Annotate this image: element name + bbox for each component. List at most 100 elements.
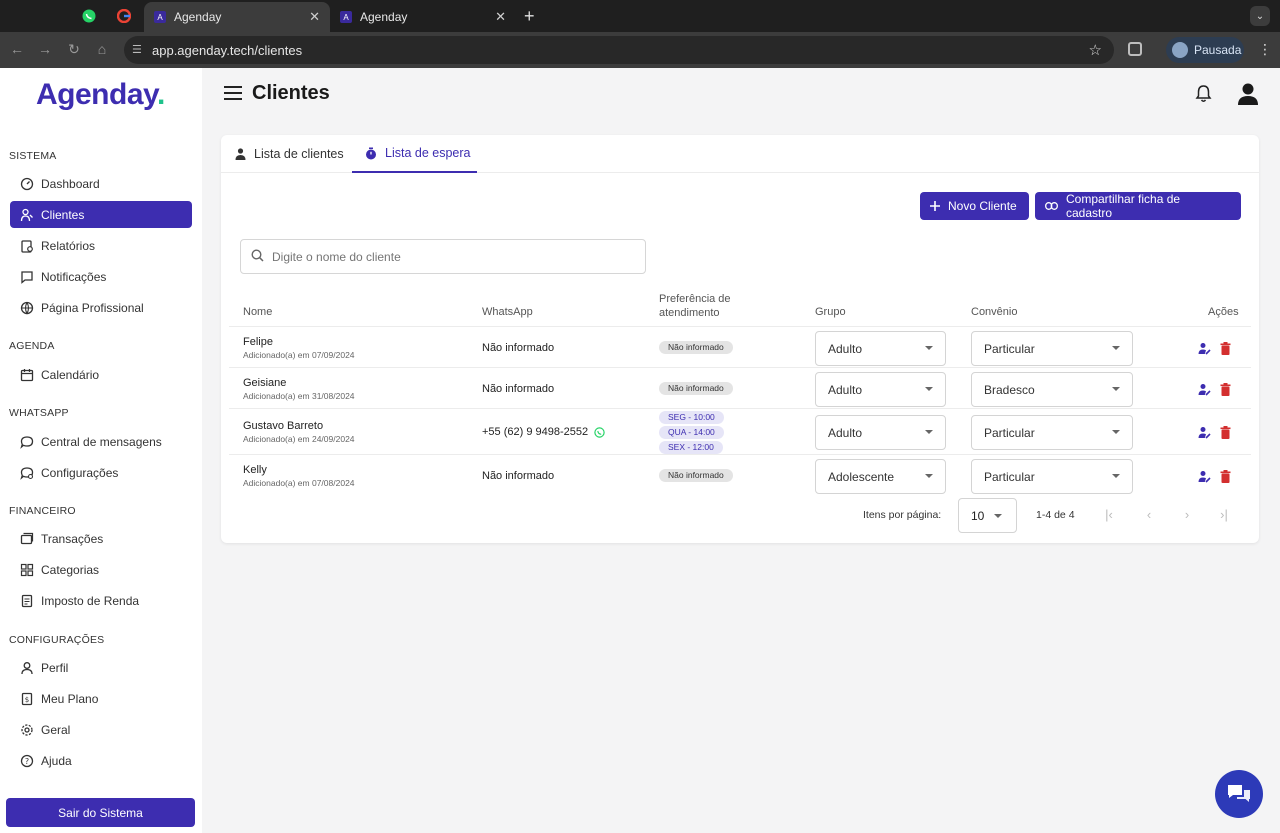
support-chat-button[interactable] bbox=[1215, 770, 1263, 818]
sidebar-item-imposto-de-renda[interactable]: Imposto de Renda bbox=[10, 587, 192, 614]
group-select[interactable]: Adolescente bbox=[815, 459, 946, 494]
sidebar-item-perfil[interactable]: Perfil bbox=[10, 654, 192, 681]
section-title-financeiro: FINANCEIRO bbox=[9, 505, 76, 517]
sidebar-item-dashboard[interactable]: Dashboard bbox=[10, 170, 192, 197]
bell-icon[interactable] bbox=[1195, 84, 1212, 106]
browser-menu-icon[interactable]: ⋮ bbox=[1258, 41, 1272, 58]
bookmark-star-icon[interactable]: ☆ bbox=[1089, 41, 1102, 59]
browser-tab-2[interactable]: A Agenday ✕ bbox=[330, 2, 516, 32]
client-whatsapp: Não informado bbox=[482, 342, 555, 354]
forward-icon[interactable]: → bbox=[36, 41, 54, 57]
insurance-select[interactable]: Bradesco bbox=[971, 372, 1133, 407]
back-icon[interactable]: ← bbox=[8, 41, 26, 57]
home-icon[interactable]: ⌂ bbox=[93, 41, 111, 57]
sidebar-item-central-de-mensagens[interactable]: Central de mensagens bbox=[10, 428, 192, 455]
close-tab-icon[interactable]: ✕ bbox=[309, 9, 320, 25]
tax-icon bbox=[20, 594, 34, 608]
sidebar-item-ajuda[interactable]: ? Ajuda bbox=[10, 747, 192, 774]
url-text: app.agenday.tech/clientes bbox=[152, 42, 303, 58]
last-page-icon[interactable]: ›| bbox=[1216, 507, 1232, 522]
logout-button[interactable]: Sair do Sistema bbox=[6, 798, 195, 827]
chevron-down-icon bbox=[1112, 387, 1120, 391]
insurance-select[interactable]: Particular bbox=[971, 415, 1133, 450]
agenday-logo[interactable]: Agenday. bbox=[36, 78, 165, 112]
sidebar-item-categorias[interactable]: Categorias bbox=[10, 556, 192, 583]
delete-icon[interactable] bbox=[1220, 383, 1231, 396]
edit-client-icon[interactable] bbox=[1198, 383, 1211, 396]
tab-search-button[interactable]: ⌄ bbox=[1250, 6, 1270, 26]
browser-tab-1[interactable]: A Agenday ✕ bbox=[144, 2, 330, 32]
calendar-icon bbox=[20, 368, 34, 382]
whatsapp-icon[interactable] bbox=[594, 427, 605, 438]
edit-client-icon[interactable] bbox=[1198, 342, 1211, 355]
address-bar[interactable]: ☰ app.agenday.tech/clientes ☆ bbox=[124, 36, 1114, 64]
delete-icon[interactable] bbox=[1220, 342, 1231, 355]
client-name[interactable]: Gustavo Barreto bbox=[243, 420, 323, 432]
first-page-icon[interactable]: |‹ bbox=[1101, 507, 1117, 522]
insurance-select-value: Particular bbox=[984, 341, 1035, 356]
agenday-favicon: A bbox=[154, 11, 166, 23]
next-page-icon[interactable]: › bbox=[1179, 507, 1195, 522]
chevron-down-icon bbox=[925, 474, 933, 478]
timer-icon bbox=[365, 147, 377, 160]
user-account-icon[interactable] bbox=[1237, 82, 1259, 109]
insurance-select[interactable]: Particular bbox=[971, 331, 1133, 366]
new-client-button[interactable]: Novo Cliente bbox=[920, 192, 1029, 220]
group-select-value: Adulto bbox=[828, 425, 863, 440]
whatsapp-icon bbox=[82, 9, 96, 23]
client-name[interactable]: Kelly bbox=[243, 464, 267, 476]
items-per-page-select[interactable]: 10 bbox=[958, 498, 1017, 533]
row-divider bbox=[229, 367, 1251, 368]
client-name[interactable]: Felipe bbox=[243, 336, 273, 348]
group-select[interactable]: Adulto bbox=[815, 372, 946, 407]
sidebar-item-calendario[interactable]: Calendário bbox=[10, 361, 192, 388]
delete-icon[interactable] bbox=[1220, 426, 1231, 439]
share-form-button[interactable]: Compartilhar ficha de cadastro bbox=[1035, 192, 1241, 220]
group-select[interactable]: Adulto bbox=[815, 331, 946, 366]
plan-icon: $ bbox=[20, 692, 34, 706]
profile-chip[interactable]: Pausada bbox=[1166, 37, 1244, 63]
reload-icon[interactable]: ↻ bbox=[65, 41, 83, 58]
previous-page-icon[interactable]: ‹ bbox=[1141, 507, 1157, 522]
row-divider bbox=[229, 454, 1251, 455]
row-divider bbox=[229, 326, 1251, 327]
extensions-icon[interactable] bbox=[1128, 42, 1142, 56]
items-per-page-value: 10 bbox=[971, 508, 985, 523]
close-tab-icon[interactable]: ✕ bbox=[495, 9, 506, 25]
sidebar-item-clientes[interactable]: Clientes bbox=[10, 201, 192, 228]
menu-toggle-icon[interactable] bbox=[224, 86, 242, 102]
sidebar-item-configuracoes-whatsapp[interactable]: Configurações bbox=[10, 459, 192, 486]
tab-lista-de-clientes[interactable]: Lista de clientes bbox=[235, 135, 355, 173]
client-whatsapp: Não informado bbox=[482, 383, 555, 395]
notifications-icon bbox=[20, 270, 34, 284]
site-info-icon[interactable]: ☰ bbox=[132, 43, 142, 56]
gear-icon bbox=[20, 723, 34, 737]
google-pinned-tab[interactable] bbox=[113, 6, 135, 26]
group-select[interactable]: Adulto bbox=[815, 415, 946, 450]
edit-client-icon[interactable] bbox=[1198, 470, 1211, 483]
column-header-name: Nome bbox=[243, 306, 273, 318]
delete-icon[interactable] bbox=[1220, 470, 1231, 483]
client-name[interactable]: Geisiane bbox=[243, 377, 286, 389]
chevron-down-icon bbox=[925, 430, 933, 434]
agenday-favicon: A bbox=[340, 11, 352, 23]
edit-client-icon[interactable] bbox=[1198, 426, 1211, 439]
insurance-select[interactable]: Particular bbox=[971, 459, 1133, 494]
sidebar-item-transacoes[interactable]: Transações bbox=[10, 525, 192, 552]
search-input[interactable] bbox=[272, 249, 632, 264]
sidebar-item-notificacoes[interactable]: Notificações bbox=[10, 263, 192, 290]
clients-icon bbox=[20, 208, 34, 222]
person-icon bbox=[235, 148, 246, 160]
search-field[interactable] bbox=[240, 239, 646, 274]
sidebar-item-meu-plano[interactable]: $ Meu Plano bbox=[10, 685, 192, 712]
dashboard-icon bbox=[20, 177, 34, 191]
sidebar-item-label: Meu Plano bbox=[41, 691, 99, 706]
insurance-select-value: Bradesco bbox=[984, 382, 1035, 397]
tab-lista-de-espera[interactable]: Lista de espera bbox=[352, 135, 477, 173]
sidebar-item-relatorios[interactable]: Relatórios bbox=[10, 232, 192, 259]
whatsapp-pinned-tab[interactable] bbox=[78, 6, 100, 26]
sidebar-item-geral[interactable]: Geral bbox=[10, 716, 192, 743]
new-tab-button[interactable]: + bbox=[524, 6, 535, 27]
globe-icon bbox=[20, 301, 34, 315]
sidebar-item-pagina-profissional[interactable]: Página Profissional bbox=[10, 294, 192, 321]
